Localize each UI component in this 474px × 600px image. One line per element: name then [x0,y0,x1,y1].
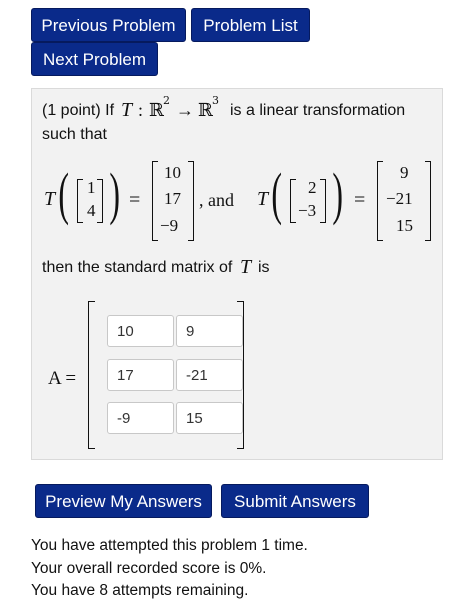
answer-input-r1c2[interactable]: 9 [176,315,243,347]
vec2-output-entry: 15 [396,216,413,235]
remaining-text: You have 8 attempts remaining. [31,582,249,599]
equals-sign: = [129,189,141,211]
left-paren: ( [271,161,282,226]
vec1-input-entry: 4 [87,201,96,220]
vector-bracket-right [97,179,103,223]
answer-input-r3c2[interactable]: 15 [176,402,243,434]
answer-input-r2c1[interactable]: 17 [107,359,174,391]
vector-bracket-right [320,179,326,223]
attempts-text: You have attempted this problem 1 time. [31,537,308,554]
transform-symbol: T [44,188,56,210]
transform-symbol: T [121,99,133,121]
vector-bracket-left [290,179,296,223]
domain-symbol: ℝ [149,100,164,121]
points-label: (1 point) If [42,102,115,119]
answer-input-r3c1[interactable]: -9 [107,402,174,434]
vec1-output-entry: 10 [164,163,181,182]
previous-problem-button[interactable]: Previous Problem [31,8,186,42]
question-is: is [258,259,270,276]
and-text: , and [199,190,234,210]
left-paren: ( [58,161,69,226]
right-paren: ) [109,161,120,226]
score-text: Your overall recorded score is 0%. [31,560,267,577]
colon: : [138,100,144,120]
arrow: → [176,100,194,120]
problem-panel: (1 point) If T : ℝ 2 → ℝ 3 is a linear t… [31,88,443,460]
question-text: then the standard matrix of [42,259,233,276]
codomain-exponent: 3 [212,94,219,107]
vec1-input-entry: 1 [87,178,96,197]
vector-bracket-left [77,179,83,223]
transform-symbol: T [257,188,269,210]
vec1-output-entry: 17 [164,189,181,208]
vec2-input-entry: −3 [298,201,317,220]
vec2-input-entry: 2 [308,178,317,197]
right-paren: ) [332,161,343,226]
vector-bracket-left [377,161,383,241]
matrix-label: A = [48,368,77,389]
intro-line2: such that [42,126,107,143]
submit-answers-button[interactable]: Submit Answers [221,484,369,518]
preview-answers-button[interactable]: Preview My Answers [35,484,212,518]
equals-sign: = [354,189,366,211]
vector-bracket-right [425,161,431,241]
vec2-output-entry: 9 [400,163,409,182]
vector-bracket-right [188,161,194,241]
transform-symbol: T [240,256,252,278]
vector-bracket-left [152,161,158,241]
codomain-symbol: ℝ [198,100,213,121]
intro-rest: is a linear transformation [230,102,406,119]
domain-exponent: 2 [163,94,170,107]
problem-list-button[interactable]: Problem List [191,8,310,42]
matrix-bracket-left [88,301,95,449]
answer-input-r2c2[interactable]: -21 [176,359,243,391]
next-problem-button[interactable]: Next Problem [31,42,158,76]
vec1-output-entry: −9 [160,216,179,235]
vec2-output-entry: −21 [386,189,413,208]
answer-input-r1c1[interactable]: 10 [107,315,174,347]
